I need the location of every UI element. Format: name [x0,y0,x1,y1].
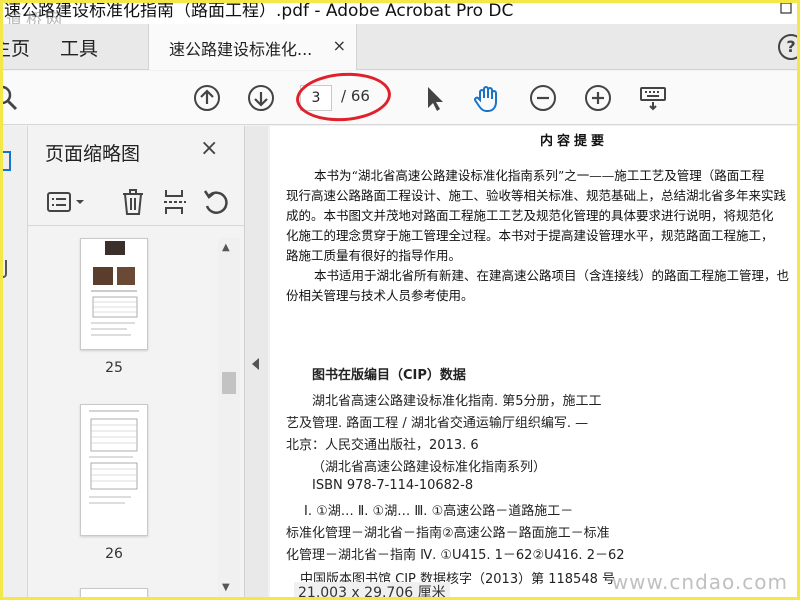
extract-page-icon[interactable] [162,188,188,220]
summary-line: 本书为“湖北省高速公路建设标准化指南系列”之一——施工工艺及管理（路面工程 [314,168,765,183]
cip-line: 艺及管理. 路面工程 / 湖北省交通运输厅组织编写. — [286,416,589,431]
cip-line: ISBN 978-7-114-10682-8 [312,478,474,493]
zoom-in-icon[interactable] [583,83,613,113]
delete-page-icon[interactable] [120,188,146,220]
help-icon[interactable]: ? [778,34,800,60]
panel-title: 页面缩略图 [45,143,141,165]
zoom-out-icon[interactable] [528,83,558,113]
summary-line: 化施工的理念贯穿于施工管理全过程。本书对于提高建设管理水平，规范路面工程施工， [286,228,774,243]
tab-bar: 主页 工具 速公路建设标准化... × ? [0,24,800,70]
close-panel-icon[interactable]: × [200,136,218,161]
summary-line: 份相关管理与技术人员参考使用。 [286,288,474,303]
page-thumbnail-25[interactable] [80,238,148,350]
keyboard-icon[interactable] [638,83,668,113]
content-summary-heading: 内容提要 [540,134,609,149]
page-up-icon[interactable] [192,83,222,113]
thumbnail-page-label: 25 [105,360,123,376]
cip-line: （湖北省高速公路建设标准化指南系列） [312,460,547,475]
summary-line: 现行高速公路路面工程设计、施工、验收等相关标准、规范基础上，总结湖北省多年来实践 [286,188,787,203]
main-toolbar: 3 / 66 [0,71,800,125]
summary-line: 本书适用于湖北省所有新建、在建高速公路项目（含连接线）的路面工程施工管理，也 [314,268,790,283]
hand-icon[interactable] [472,83,502,113]
page-thumbnails-icon[interactable] [0,150,14,176]
collapse-arrow-icon[interactable] [252,358,259,370]
site-watermark: www.cndao.com [611,570,788,594]
options-menu-icon[interactable] [46,190,90,218]
cip-line: 化管理－湖北省－指南 Ⅳ. ①U415. 1－62②U416. 2－62 [286,548,625,563]
cip-line: Ⅰ. ①湖… Ⅱ. ①湖… Ⅲ. ①高速公路－道路施工－ [304,504,574,519]
summary-line: 路施工质量有很好的指导作用。 [286,248,462,263]
window-title: 速公路建设标准化指南（路面工程）.pdf - Adobe Acrobat Pro… [4,1,514,21]
page-thumbnail-26[interactable] [80,404,148,536]
thumbnail-list: 25 26 [28,236,218,600]
left-navigation-strip [0,126,28,600]
cip-line: 北京：人民交通出版社，2013. 6 [286,438,479,453]
page-thumbnail-27[interactable] [80,588,148,600]
panel-toolbar [28,180,245,226]
document-tab[interactable]: 速公路建设标准化... × [148,24,357,70]
thumbnail-scrollbar[interactable]: ▲ ▼ [218,238,240,600]
page-thumbnails-panel: 页面缩略图 × 25 26 ▲ ▼ [28,126,245,600]
select-arrow-icon[interactable] [420,83,450,113]
document-tab-label: 速公路建设标准化... [169,40,313,59]
cip-title: 图书在版编目（CIP）数据 [312,368,466,383]
attachment-icon[interactable] [0,258,12,284]
maximize-icon[interactable] [772,0,800,24]
scrollbar-thumb[interactable] [222,372,236,394]
scroll-up-icon[interactable]: ▲ [222,242,230,253]
search-icon[interactable] [0,83,22,113]
cip-line: 湖北省高速公路建设标准化指南. 第5分册，施工工 [312,394,602,409]
summary-line: 成的。本书图文并茂地对路面工程施工工艺及规范化管理的具体要求进行说明，将规范化 [286,208,774,223]
thumbnail-page-label: 26 [105,546,123,562]
title-bar: 速公路建设标准化指南（路面工程）.pdf - Adobe Acrobat Pro… [0,0,800,29]
cip-line: 标准化管理－湖北省－指南②高速公路－路面施工－标准 [286,526,610,541]
scroll-down-icon[interactable]: ▼ [222,582,230,593]
tab-tools[interactable]: 工具 [60,34,98,61]
document-page: 内容提要 本书为“湖北省高速公路建设标准化指南系列”之一——施工工艺及管理（路面… [270,126,800,600]
panel-collapse-bar[interactable] [245,126,268,600]
rotate-page-icon[interactable] [202,188,230,220]
tab-home[interactable]: 主页 [0,34,30,61]
page-size-indicator: 21.003 x 29.706 厘米 [294,582,450,600]
close-tab-icon[interactable]: × [333,36,346,55]
page-down-icon[interactable] [246,83,276,113]
